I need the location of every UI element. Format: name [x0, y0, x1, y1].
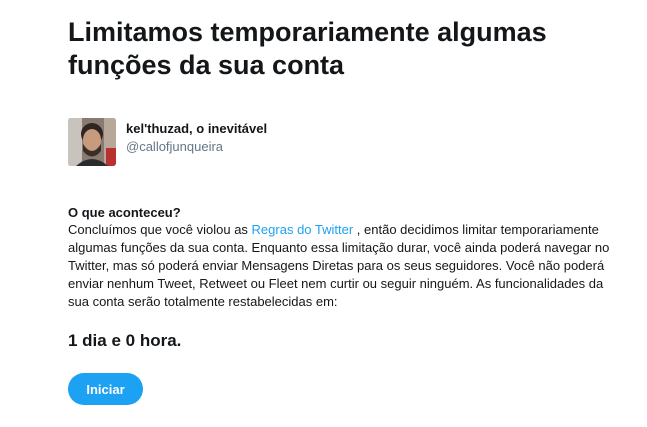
explanation-text-part: , então decidimos limitar temporariament… — [353, 222, 599, 237]
page-title: Limitamos temporariamente algumas funçõe… — [68, 17, 547, 80]
restriction-page: Limitamos temporariamente algumas funçõe… — [0, 0, 647, 427]
explanation-line: enviar nenhum Tweet, Retweet ou Fleet ne… — [68, 276, 604, 291]
avatar-image — [68, 118, 116, 166]
twitter-rules-link[interactable]: Regras do Twitter — [252, 222, 354, 237]
display-name: kel'thuzad, o inevitável — [126, 121, 268, 136]
explanation-text-part: Concluímos que você violou as — [68, 222, 252, 237]
explanation-line: sua conta serão totalmente restabelecida… — [68, 294, 338, 309]
section-heading: O que aconteceu? — [68, 205, 181, 220]
start-button[interactable]: Iniciar — [68, 373, 143, 405]
user-handle: @callofjunqueira — [126, 139, 224, 154]
account-card: kel'thuzad, o inevitável @callofjunqueir… — [68, 118, 267, 166]
explanation-line: Concluímos que você violou as Regras do … — [68, 221, 647, 239]
restriction-duration: 1 dia e 0 hora. — [68, 331, 182, 350]
avatar — [68, 118, 116, 166]
explanation-line: Twitter, mas só poderá enviar Mensagens … — [68, 258, 605, 273]
explanation-line: algumas funções da sua conta. Enquanto e… — [68, 240, 610, 255]
explanation-text: Concluímos que você violou as Regras do … — [68, 221, 647, 311]
